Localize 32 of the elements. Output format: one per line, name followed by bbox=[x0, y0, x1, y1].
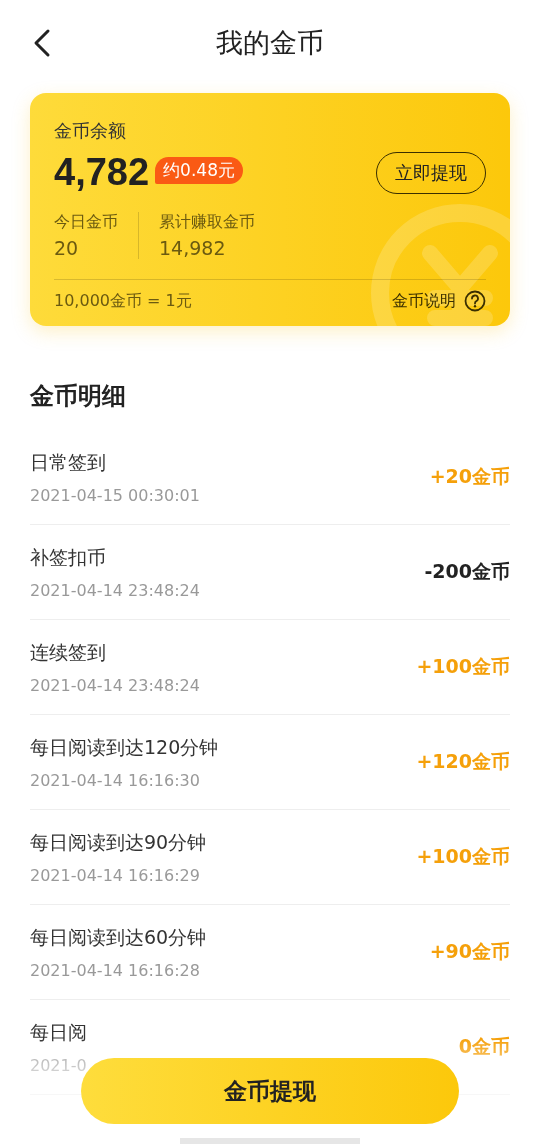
balance-label: 金币余额 bbox=[54, 119, 127, 143]
record-title: 日常签到 bbox=[30, 449, 107, 475]
stat-label: 累计赚取金币 bbox=[159, 212, 255, 233]
coin-info-link[interactable]: 金币说明 bbox=[392, 290, 486, 312]
section-title: 金币明细 bbox=[30, 381, 127, 412]
record-time: 2021-04-14 23:48:24 bbox=[30, 580, 200, 600]
exchange-rate: 10,000金币 = 1元 bbox=[54, 290, 192, 312]
record-amount: +100金币 bbox=[416, 654, 510, 679]
record-time: 2021-04-14 16:16:29 bbox=[30, 865, 201, 885]
help-icon bbox=[464, 290, 486, 312]
record-title: 每日阅读到达60分钟 bbox=[30, 924, 207, 950]
stat-value: 20 bbox=[54, 237, 80, 259]
page-title: 我的金币 bbox=[216, 26, 324, 60]
record-time: 2021-04-14 16:16:30 bbox=[30, 770, 201, 790]
record-time: 2021-04-15 00:30:01 bbox=[30, 485, 200, 505]
stat-label: 今日金币 bbox=[54, 212, 118, 233]
stat-value: 14,982 bbox=[159, 237, 227, 259]
record-amount: 0金币 bbox=[458, 1034, 510, 1059]
record-time: 2021-04-14 16:16:28 bbox=[30, 960, 201, 980]
record-amount: +100金币 bbox=[416, 844, 510, 869]
record-title: 每日阅读到达120分钟 bbox=[30, 734, 219, 760]
record-amount: +120金币 bbox=[416, 749, 510, 774]
balance-amount: 4,782 bbox=[54, 151, 150, 194]
record-title: 连续签到 bbox=[30, 639, 107, 665]
record-time: 2021-04-14 23:48:24 bbox=[30, 675, 200, 695]
approx-value-badge: 约0.48元 bbox=[155, 157, 243, 184]
record-title: 每日阅 bbox=[30, 1019, 87, 1045]
record-title: 补签扣币 bbox=[30, 544, 107, 570]
record-amount: +20金币 bbox=[429, 464, 510, 489]
record-title: 每日阅读到达90分钟 bbox=[30, 829, 207, 855]
record-amount: -200金币 bbox=[424, 559, 510, 584]
record-amount: +90金币 bbox=[429, 939, 510, 964]
